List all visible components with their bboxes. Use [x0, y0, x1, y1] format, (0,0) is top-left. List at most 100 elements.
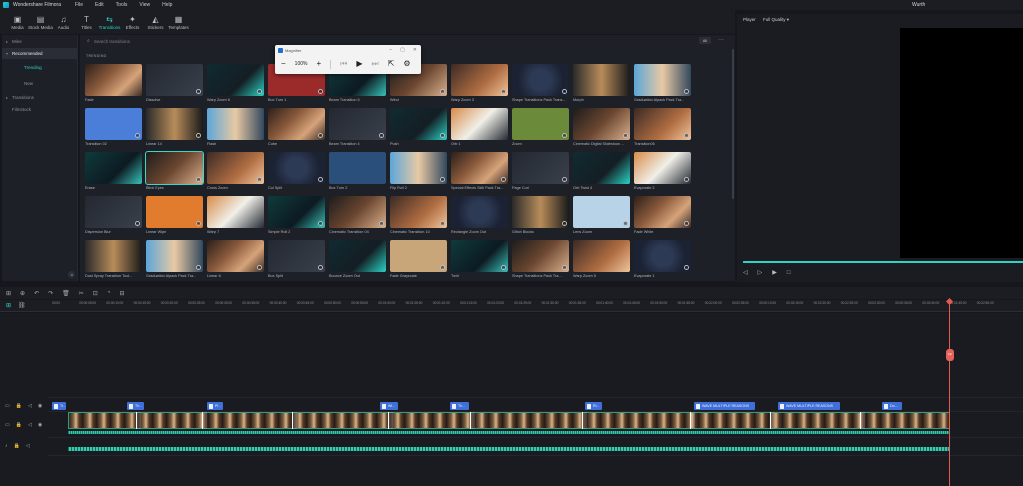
video-clip[interactable] — [68, 412, 950, 429]
transition-tile[interactable]: ↓ Glitch Blocks — [512, 196, 569, 239]
lock-icon[interactable]: 🔒 — [16, 422, 22, 428]
mute-icon[interactable]: ◁ — [26, 443, 30, 449]
transition-tile[interactable]: ↓ Linear 14 — [146, 108, 203, 151]
download-icon[interactable]: ↓ — [318, 177, 323, 182]
transition-thumbnail[interactable]: ↓ — [512, 152, 569, 184]
transition-tile[interactable]: ↓ Cross Zoom — [207, 152, 264, 195]
previous-frame-icon[interactable]: ◁ — [743, 270, 748, 276]
sidebar-item-transitions[interactable]: ▸ Transitions — [2, 92, 77, 103]
tab-stock-media[interactable]: ▤ Stock Media — [28, 10, 53, 34]
transition-thumbnail[interactable] — [85, 152, 142, 184]
transition-thumbnail[interactable]: ↓ — [268, 240, 325, 272]
download-icon[interactable]: ↓ — [684, 265, 689, 270]
split-icon[interactable]: ✂ — [79, 290, 84, 297]
transition-thumbnail[interactable] — [329, 152, 386, 184]
menu-help[interactable]: Help — [162, 2, 172, 8]
transition-thumbnail[interactable] — [573, 64, 630, 96]
transition-thumbnail[interactable]: ↓ — [207, 64, 264, 96]
download-icon[interactable]: ↓ — [440, 89, 445, 94]
download-icon[interactable]: ↓ — [196, 221, 201, 226]
browser-scrollbar[interactable] — [732, 49, 734, 199]
tab-templates[interactable]: ▦ Templates — [167, 10, 190, 34]
music-clip-waveform[interactable] — [68, 447, 950, 451]
sidebar-item-new[interactable]: New — [2, 75, 77, 91]
collapse-sidebar-button[interactable]: ◂ — [68, 271, 75, 278]
transition-tile[interactable]: Erase — [85, 152, 142, 195]
maximize-icon[interactable]: ▢ — [400, 47, 405, 53]
download-icon[interactable]: ↓ — [623, 133, 628, 138]
sidebar-item-recommended[interactable]: ▾ Recommended — [2, 48, 77, 59]
transition-marker[interactable] — [770, 412, 775, 429]
select-tool-icon[interactable]: ⊕ — [20, 290, 25, 297]
title-clip[interactable]: Ri... — [585, 402, 602, 410]
lock-icon[interactable]: 🔒 — [16, 403, 22, 409]
transition-marker[interactable] — [202, 412, 207, 429]
skip-forward-icon[interactable]: ⏭ — [372, 59, 379, 69]
transition-thumbnail[interactable]: ↓ — [512, 108, 569, 140]
download-icon[interactable]: ↓ — [257, 177, 262, 182]
transition-thumbnail[interactable]: ↓ — [85, 196, 142, 228]
transition-tile[interactable]: ↓ Flip Roll 2 — [390, 152, 447, 195]
transition-thumbnail[interactable] — [451, 196, 508, 228]
transition-marker[interactable] — [690, 412, 695, 429]
transition-marker[interactable] — [860, 412, 865, 429]
video-audio-waveform[interactable] — [68, 431, 950, 434]
delete-icon[interactable]: 🗑 — [62, 290, 70, 297]
transition-thumbnail[interactable]: ↓ — [207, 152, 264, 184]
download-icon[interactable]: ↓ — [501, 177, 506, 182]
download-icon[interactable]: ↓ — [684, 133, 689, 138]
download-icon[interactable]: ↓ — [196, 177, 201, 182]
download-icon[interactable]: ↓ — [684, 89, 689, 94]
download-icon[interactable]: ↓ — [196, 265, 201, 270]
transition-tile[interactable]: ↓ Zoom — [512, 108, 569, 151]
transition-thumbnail[interactable]: ↓ — [146, 64, 203, 96]
download-icon[interactable]: ↓ — [318, 133, 323, 138]
transition-thumbnail[interactable] — [85, 64, 142, 96]
download-icon[interactable]: ↓ — [379, 133, 384, 138]
transition-tile[interactable]: ↓ Linear 6 — [207, 240, 264, 281]
lock-icon[interactable]: 🔒 — [14, 443, 20, 449]
transition-thumbnail[interactable]: ↓ — [146, 196, 203, 228]
follow-mouse-icon[interactable]: ⇱ — [388, 59, 395, 69]
transition-tile[interactable]: Warp 7 — [207, 196, 264, 239]
transition-marker[interactable] — [470, 412, 475, 429]
zoom-in-button[interactable]: + — [316, 59, 321, 69]
more-options-button[interactable]: ··· — [718, 37, 724, 43]
transition-thumbnail[interactable]: ↓ — [451, 240, 508, 272]
transition-tile[interactable]: ↓ Shape Transitions Pack Trans... — [512, 64, 569, 107]
transition-thumbnail[interactable]: ↓ — [634, 108, 691, 140]
tab-titles[interactable]: T Titles — [75, 10, 98, 34]
minimize-icon[interactable]: – — [389, 47, 392, 53]
download-icon[interactable]: ↓ — [562, 265, 567, 270]
download-icon[interactable]: ↓ — [318, 221, 323, 226]
transition-tile[interactable]: Rectangle Zoom Out — [451, 196, 508, 239]
title-clip[interactable]: Wi... — [380, 402, 398, 410]
transition-thumbnail[interactable] — [451, 108, 508, 140]
transition-tile[interactable]: Fade — [85, 64, 142, 107]
transition-tile[interactable]: ↓ Transition 02 — [85, 108, 142, 151]
transition-tile[interactable]: ↓ Evaporate 2 — [634, 152, 691, 195]
transition-tile[interactable]: ↓ Lens Zoom — [573, 196, 630, 239]
transition-tile[interactable]: Warp Zoom 5 — [573, 240, 630, 281]
transition-tile[interactable]: ↓ Fade Grayscale — [390, 240, 447, 281]
transition-tile[interactable]: ↓ Linear Wipe — [146, 196, 203, 239]
timeline-ruler[interactable]: ⊞ ⛓ 00:00 00:00:05:00 00:00:10:00 00:00:15:… — [0, 300, 1023, 312]
transition-thumbnail[interactable]: ↓ — [146, 108, 203, 140]
transition-tile[interactable]: ↓ Twirl — [451, 240, 508, 281]
download-icon[interactable]: ↓ — [501, 89, 506, 94]
download-icon[interactable]: ↓ — [440, 177, 445, 182]
tab-effects[interactable]: ✦ Effects — [121, 10, 144, 34]
transition-thumbnail[interactable]: ↓ — [512, 196, 569, 228]
download-icon[interactable]: ↓ — [318, 265, 323, 270]
sidebar-item-filmstock[interactable]: Filmstock — [2, 104, 77, 115]
transition-thumbnail[interactable]: ↓ — [390, 240, 447, 272]
transition-tile[interactable]: ↓ Evaporate 1 — [634, 240, 691, 281]
mute-icon[interactable]: ◁ — [28, 403, 32, 409]
transition-tile[interactable]: ↓ Cinematic Digital Slideshow ... — [573, 108, 630, 151]
skip-back-icon[interactable]: ⏮ — [340, 59, 347, 69]
download-icon[interactable]: ↓ — [440, 133, 445, 138]
eye-icon[interactable]: ◉ — [38, 403, 42, 409]
transition-thumbnail[interactable]: ↓ — [634, 196, 691, 228]
tab-stickers[interactable]: ◭ Stickers — [144, 10, 167, 34]
playhead-split-button[interactable]: ✂ — [946, 349, 954, 361]
